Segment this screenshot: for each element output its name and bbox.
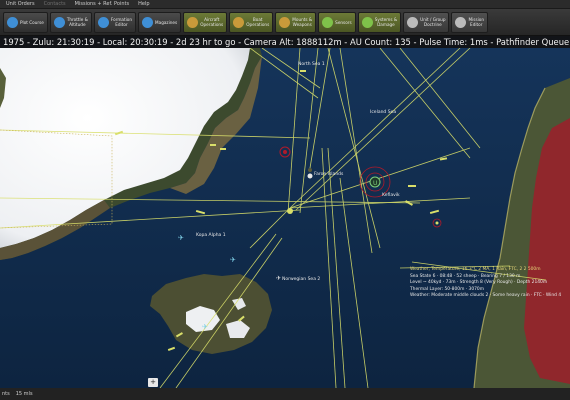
map-label-iceland-sea: Iceland Sea xyxy=(370,110,397,115)
aircraft-icon xyxy=(187,16,199,28)
menu-contacts[interactable]: Contacts xyxy=(44,1,66,7)
map-view[interactable]: U ✈ ✈ ✈ ✈ North Sea 1 Faroe Islands Icel… xyxy=(0,48,570,388)
toolbar-button-label: Unit / Group Doctrine xyxy=(420,17,446,27)
toolbar-button-systems[interactable]: Systems & Damage xyxy=(357,11,402,33)
toolbar-button-label: Mission Editor xyxy=(468,17,485,27)
magazine-icon xyxy=(142,16,154,28)
toolbar-button-doctrine[interactable]: Unit / Group Doctrine xyxy=(403,11,450,33)
svg-text:U: U xyxy=(373,180,377,187)
toolbar-button-label: Boat Operations xyxy=(246,17,270,27)
svg-text:✈: ✈ xyxy=(276,275,281,282)
bottom-bar: nts 15 mls xyxy=(0,388,570,400)
unit-label-keflavik[interactable]: Keflavik xyxy=(382,193,400,198)
menu-unit-orders[interactable]: Unit Orders xyxy=(6,1,35,7)
faroe-islands-land xyxy=(308,168,312,172)
toolbar-button-label: Plot Course xyxy=(20,19,44,25)
toolbar-button-mission[interactable]: Mission Editor xyxy=(451,11,489,33)
menu-help[interactable]: Help xyxy=(138,1,149,7)
toolbar-button-magazine[interactable]: Magazines xyxy=(138,11,182,33)
expand-button[interactable]: + xyxy=(148,378,158,387)
toolbar-button-gauge[interactable]: Throttle & Altitude xyxy=(49,11,92,33)
map-label-faroe-islands: Faroe Islands xyxy=(314,172,344,177)
track-node-icon xyxy=(287,208,293,214)
svg-text:✈: ✈ xyxy=(178,234,184,242)
info-line-5: Weather: Moderate middle clouds 2 · Some… xyxy=(410,293,562,298)
svg-text:✈: ✈ xyxy=(230,256,236,264)
menu-bar: Unit Orders Contacts Missions + Ref. Poi… xyxy=(0,0,570,9)
toolbar-button-label: Systems & Damage xyxy=(374,17,398,27)
menu-missions-ref-points[interactable]: Missions + Ref. Points xyxy=(75,1,129,7)
toolbar-button-aircraft[interactable]: Aircraft Operations xyxy=(183,11,228,33)
unit-label-kopa[interactable]: Kopa Alpha 1 xyxy=(196,233,226,238)
toolbar-button-label: Sensors xyxy=(335,19,352,25)
toolbar-button-boat[interactable]: Boat Operations xyxy=(229,11,274,33)
gauge-icon xyxy=(53,16,65,28)
map-label-north-sea-1: North Sea 1 xyxy=(298,62,325,67)
info-line-3: Level ~ 40kyd · 73m · Strength 8 (Very R… xyxy=(410,280,548,285)
toolbar-button-sensor[interactable]: Sensors xyxy=(318,11,356,33)
map-label-norwegian-sea-2: Norwegian Sea 2 xyxy=(282,277,321,282)
boat-icon xyxy=(233,16,245,28)
doctrine-icon xyxy=(407,16,419,28)
toolbar-button-globe[interactable]: Plot Course xyxy=(3,11,48,33)
formation-icon xyxy=(97,16,109,28)
toolbar: Plot Course Throttle & Altitude Formation … xyxy=(0,9,570,36)
toolbar-button-label: Magazines xyxy=(155,19,178,25)
toolbar-button-label: Formation Editor xyxy=(110,17,133,27)
systems-icon xyxy=(361,16,373,28)
map-canvas[interactable]: U ✈ ✈ ✈ ✈ xyxy=(0,48,570,388)
toolbar-button-formation[interactable]: Formation Editor xyxy=(93,11,137,33)
weather-info-panel: Weather, Temperature, 16.3°C 2 MA, 1 Rai… xyxy=(410,267,570,300)
status-bar: 1975 - Zulu: 21:30:19 - Local: 20:30:19 … xyxy=(0,36,570,48)
toolbar-button-label: Mounts & Weapons xyxy=(292,17,313,27)
mission-icon xyxy=(455,16,467,28)
scale-label-left: nts xyxy=(2,391,10,397)
toolbar-button-weapons[interactable]: Mounts & Weapons xyxy=(275,11,317,33)
sensor-icon xyxy=(322,16,334,28)
scale-label-right: 15 mls xyxy=(15,391,33,397)
toolbar-button-label: Throttle & Altitude xyxy=(66,17,88,27)
globe-icon xyxy=(7,16,18,28)
svg-text:✈: ✈ xyxy=(202,323,208,331)
toolbar-button-label: Aircraft Operations xyxy=(200,17,224,27)
weapons-icon xyxy=(279,16,291,28)
